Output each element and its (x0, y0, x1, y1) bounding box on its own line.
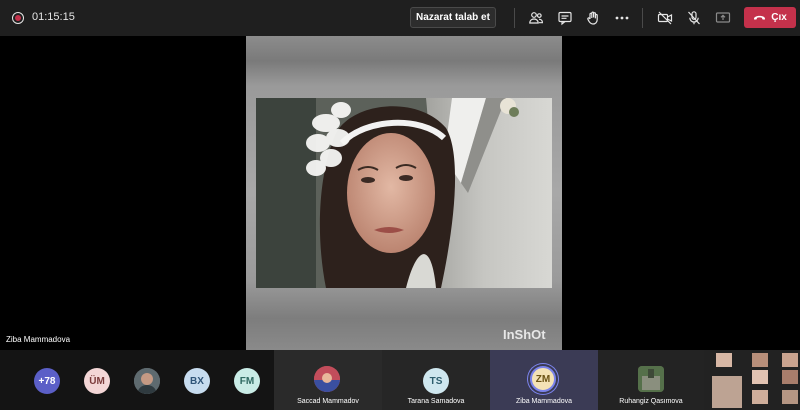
toolbar-divider (642, 8, 643, 28)
more-participants-badge[interactable]: +78 (34, 368, 60, 394)
participant-name: Tarana Samadova (407, 398, 465, 405)
participant-tile[interactable]: TS Tarana Samadova (382, 350, 490, 410)
participant-name: Saccad Mammadov (297, 398, 359, 405)
inshot-watermark: InShOt (503, 327, 546, 342)
participant-photo-avatar (314, 366, 340, 392)
mic-off-icon[interactable] (684, 8, 704, 28)
share-screen-icon[interactable] (713, 8, 733, 28)
mini-video-thumb[interactable] (782, 390, 798, 404)
mini-video-thumb[interactable] (752, 353, 768, 367)
mini-video-thumb[interactable] (712, 376, 742, 408)
participants-icon[interactable] (526, 8, 546, 28)
toolbar-divider (514, 8, 515, 28)
participant-avatar[interactable]: FM (234, 368, 260, 394)
raise-hand-icon[interactable] (583, 8, 603, 28)
request-control-button[interactable]: Nazarat talab et (410, 7, 496, 28)
mini-video-thumb[interactable] (716, 353, 732, 367)
participant-name: Ruhangiz Qasımova (619, 398, 683, 405)
mini-video-thumb[interactable] (752, 370, 768, 384)
leave-button[interactable]: Çıx (744, 7, 796, 28)
participant-tile[interactable]: Ruhangiz Qasımova (598, 350, 704, 410)
chat-icon[interactable] (555, 8, 575, 28)
meeting-toolbar: 01:15:15 Nazarat talab et Çıx (0, 0, 800, 36)
shared-screen: InShOt (246, 36, 562, 350)
mini-video-thumb[interactable] (782, 353, 798, 367)
leave-label: Çıx (771, 12, 787, 23)
participant-avatar[interactable]: ÜM (84, 368, 110, 394)
main-stage: InShOt (0, 36, 800, 350)
meeting-timer: 01:15:15 (32, 11, 75, 23)
participant-tile[interactable]: Saccad Mammadov (274, 350, 382, 410)
speaker-name-label: Ziba Mammadova (6, 335, 71, 344)
participant-avatar: ZM (530, 366, 556, 392)
participant-avatar[interactable]: BX (184, 368, 210, 394)
camera-off-icon[interactable] (655, 8, 675, 28)
mini-video-gallery[interactable] (704, 350, 800, 410)
participant-photo-avatar (638, 366, 664, 392)
recording-icon (12, 12, 24, 24)
more-options-icon[interactable] (612, 8, 632, 28)
participant-name: Ziba Mammadova (515, 398, 573, 405)
participant-photo-avatar[interactable] (134, 368, 160, 394)
shared-photo (256, 98, 552, 288)
phone-hangup-icon (754, 15, 766, 20)
mini-video-thumb[interactable] (782, 370, 798, 384)
participant-strip: +78 ÜM BX FM Saccad Mammadov TS Tarana S… (0, 350, 800, 410)
mini-video-thumb[interactable] (752, 390, 768, 404)
participant-avatar: TS (423, 368, 449, 394)
participant-tile-active-speaker[interactable]: ZM Ziba Mammadova (490, 350, 598, 410)
